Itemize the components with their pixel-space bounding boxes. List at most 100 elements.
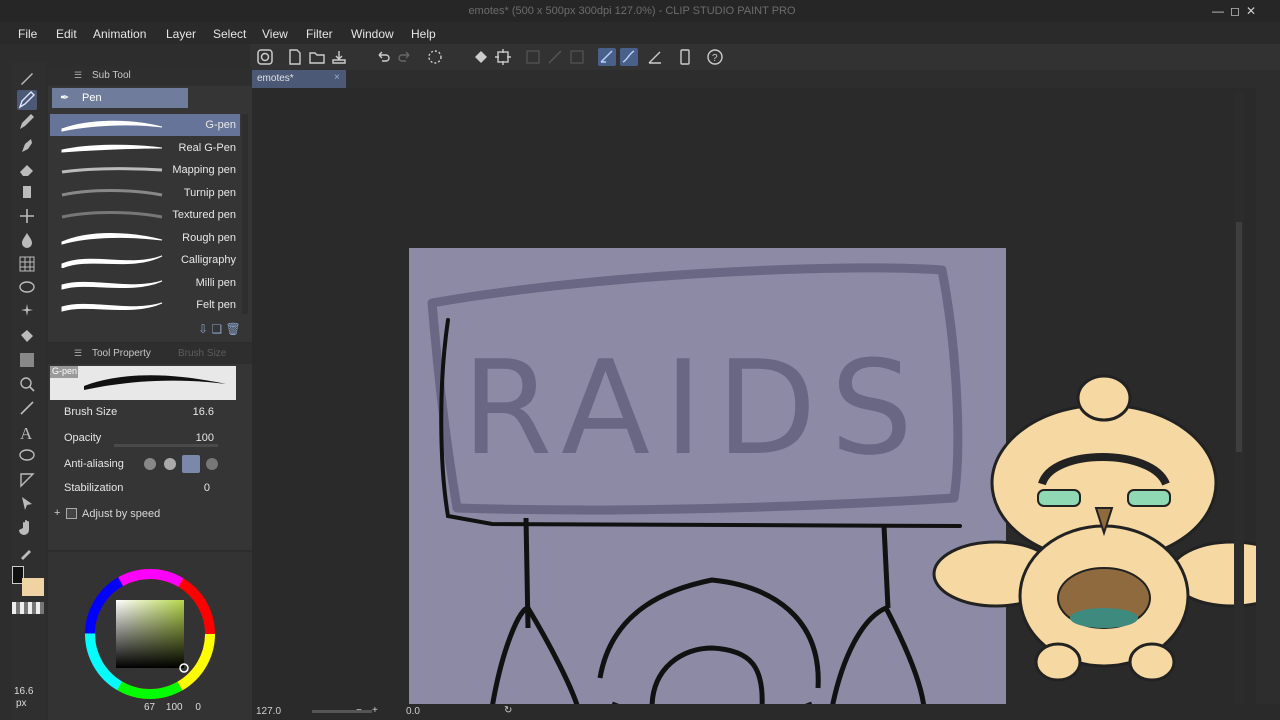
save-icon[interactable]: [330, 48, 348, 66]
val-value[interactable]: 0: [195, 702, 201, 713]
antialias-weak-icon[interactable]: [164, 458, 176, 470]
maximize-icon[interactable]: ◻: [1227, 3, 1243, 19]
antialias-strong-icon[interactable]: [206, 458, 218, 470]
subtool-group-pen[interactable]: ✒ Pen: [52, 88, 188, 108]
panel-menu-icon[interactable]: ☰: [74, 70, 82, 81]
stabilization-row[interactable]: Stabilization 0: [48, 478, 244, 498]
hand-icon[interactable]: [17, 518, 37, 538]
brush-icon[interactable]: [17, 68, 37, 88]
brush-item[interactable]: Turnip pen: [50, 182, 240, 204]
transparent-color-swatch[interactable]: [12, 602, 44, 614]
canvas-tab[interactable]: emotes* ×: [252, 70, 346, 88]
panel-menu-icon[interactable]: ☰: [74, 348, 82, 359]
brush-name: Turnip pen: [183, 186, 236, 199]
menu-file[interactable]: File: [18, 27, 37, 41]
frame-icon[interactable]: [17, 470, 37, 490]
brush-size-row[interactable]: Brush Size 16.6: [48, 402, 244, 422]
menu-animation[interactable]: Animation: [93, 27, 146, 41]
menu-select[interactable]: Select: [213, 27, 246, 41]
stabilization-value[interactable]: 0: [204, 482, 210, 494]
drawing-area[interactable]: RAIDS: [252, 88, 1256, 704]
brush-item[interactable]: Real G-Pen: [50, 137, 240, 159]
adjust-checkbox[interactable]: [66, 508, 77, 519]
brush-item[interactable]: G-pen: [50, 114, 240, 136]
loading-icon[interactable]: [426, 48, 444, 66]
sat-value[interactable]: 100: [166, 702, 183, 713]
decoration-icon[interactable]: [17, 182, 37, 202]
adjust-by-speed-row[interactable]: + Adjust by speed: [48, 504, 244, 524]
tab-close-icon[interactable]: ×: [334, 72, 340, 83]
snap-special-icon[interactable]: [546, 48, 564, 66]
help-icon[interactable]: ?: [706, 48, 724, 66]
brush-item[interactable]: Textured pen: [50, 204, 240, 226]
menu-edit[interactable]: Edit: [56, 27, 77, 41]
rotation-value[interactable]: 0.0: [406, 706, 420, 717]
pen-pressure-icon[interactable]: [646, 48, 664, 66]
eraser-icon[interactable]: [17, 160, 37, 180]
eyedrop-color-icon[interactable]: [17, 542, 37, 562]
canvas-viewport[interactable]: RAIDS: [252, 88, 1256, 704]
brush-item[interactable]: Mapping pen: [50, 159, 240, 181]
sub-color-swatch[interactable]: [22, 578, 44, 596]
opacity-row[interactable]: Opacity 100: [48, 428, 244, 448]
clip-studio-icon[interactable]: [256, 48, 274, 66]
antialias-medium-icon[interactable]: [182, 455, 200, 473]
new-file-icon[interactable]: [286, 48, 304, 66]
brush-item[interactable]: Milli pen: [50, 272, 240, 294]
rotate-icon[interactable]: ↻: [504, 705, 512, 716]
undo-icon[interactable]: [374, 48, 392, 66]
brush-item[interactable]: Felt pen: [50, 294, 240, 316]
minimize-icon[interactable]: —: [1210, 3, 1226, 19]
ink-pen-icon[interactable]: [17, 136, 37, 156]
menu-filter[interactable]: Filter: [306, 27, 333, 41]
color-wheel[interactable]: [48, 552, 252, 702]
grid-tool-icon[interactable]: [17, 254, 37, 274]
bucket-icon[interactable]: [17, 326, 37, 346]
menu-view[interactable]: View: [262, 27, 288, 41]
canvas-scrollbar-vertical[interactable]: [1234, 92, 1244, 704]
transform-icon[interactable]: [494, 48, 512, 66]
menu-help[interactable]: Help: [411, 27, 436, 41]
text-tool-icon[interactable]: A: [17, 422, 37, 443]
snap-grid-icon[interactable]: [568, 48, 586, 66]
antialias-none-icon[interactable]: [144, 458, 156, 470]
subtool-footer-icons[interactable]: ⇩ ❏ 🗑: [198, 322, 241, 336]
line-icon[interactable]: [17, 398, 37, 418]
brush-item[interactable]: Calligraphy: [50, 249, 240, 271]
hue-value[interactable]: 67: [144, 702, 155, 713]
scroll-thumb[interactable]: [1236, 222, 1242, 452]
sparkle-icon[interactable]: [17, 206, 37, 226]
pen-tool-icon[interactable]: [17, 90, 37, 110]
operation-icon[interactable]: [17, 494, 37, 514]
gradient-icon[interactable]: [17, 350, 37, 370]
zoom-value[interactable]: 127.0: [256, 706, 281, 717]
brush-item[interactable]: Rough pen: [50, 227, 240, 249]
brush-size-tab[interactable]: Brush Size: [178, 348, 226, 359]
clip-studio-window: emotes* (500 x 500px 300dpi 127.0%) - CL…: [0, 0, 1280, 720]
zoom-out-icon[interactable]: −: [356, 705, 362, 716]
pencil-icon[interactable]: [17, 112, 37, 132]
brush-size-value[interactable]: 16.6: [193, 406, 214, 418]
magic-wand-icon[interactable]: [17, 302, 37, 322]
open-folder-icon[interactable]: [308, 48, 326, 66]
balloon-icon[interactable]: [17, 446, 37, 466]
expand-icon[interactable]: +: [54, 507, 60, 519]
menu-window[interactable]: Window: [351, 27, 394, 41]
eyedropper-icon[interactable]: [17, 374, 37, 394]
zoom-slider[interactable]: [312, 710, 372, 713]
blend-icon[interactable]: [17, 230, 37, 250]
brush-list-scrollbar[interactable]: [242, 114, 248, 314]
antialias-row[interactable]: Anti-aliasing: [48, 454, 244, 474]
lasso-icon[interactable]: [17, 278, 37, 298]
redo-icon[interactable]: [396, 48, 414, 66]
stroke-curve-icon[interactable]: [620, 48, 638, 66]
menu-layer[interactable]: Layer: [166, 27, 196, 41]
close-icon[interactable]: ✕: [1243, 3, 1259, 19]
snap-ruler-icon[interactable]: [524, 48, 542, 66]
fill-icon[interactable]: [472, 48, 490, 66]
tablet-icon[interactable]: [676, 48, 694, 66]
stroke-mode-icon[interactable]: [598, 48, 616, 66]
zoom-in-icon[interactable]: +: [372, 705, 378, 716]
opacity-slider[interactable]: [114, 444, 218, 447]
opacity-value[interactable]: 100: [196, 432, 214, 444]
